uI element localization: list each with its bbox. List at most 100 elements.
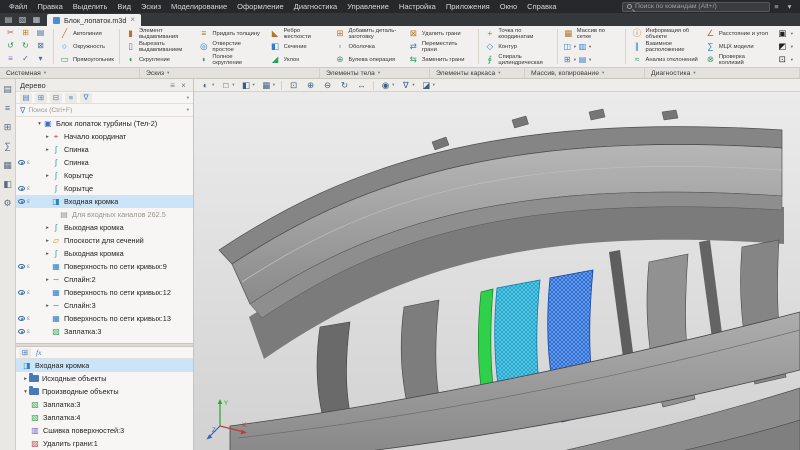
object-info-button[interactable]: ⓘИнформация об объекте xyxy=(628,27,701,40)
rib-button[interactable]: ◣Ребро жесткости xyxy=(267,27,332,40)
section-button[interactable]: ◧Сечение xyxy=(267,40,332,53)
hide-objects-button[interactable]: ◉▾ xyxy=(378,79,396,91)
expander-icon[interactable]: ▸ xyxy=(44,225,51,231)
redo-icon[interactable]: ↻ xyxy=(19,40,32,52)
menu-select[interactable]: Выделить xyxy=(68,0,113,13)
paste-icon[interactable]: ▤ xyxy=(34,27,47,39)
zoom-in-button[interactable]: ⊕ xyxy=(303,79,318,91)
panel-menu-icon[interactable]: ≡ xyxy=(167,81,178,90)
expander-icon[interactable]: ▸ xyxy=(44,251,51,257)
shell-button[interactable]: ▫Оболочка xyxy=(331,40,404,53)
full-round-button[interactable]: ◗Полное скругление xyxy=(195,53,266,66)
relations-icon[interactable]: ≡ xyxy=(65,93,77,103)
visibility-eye-icon[interactable] xyxy=(18,186,25,191)
expander-icon[interactable]: ▸ xyxy=(44,303,51,309)
clip-view-button[interactable]: ◪▾ xyxy=(419,79,437,91)
feature-row[interactable]: ▸Исходные объекты xyxy=(16,372,193,385)
cut-extrude-button[interactable]: ▯Вырезать выдавливанием xyxy=(122,40,195,53)
cut-icon[interactable]: ✂ xyxy=(4,27,17,39)
chevron-down-icon[interactable]: ▾ xyxy=(574,57,576,63)
tree-row[interactable]: ▸∫Выходная кромка xyxy=(16,221,193,234)
deviation-analysis-button[interactable]: ≈Анализ отклонений xyxy=(628,53,701,66)
tree-row[interactable]: ▸▱Плоскости для сечений xyxy=(16,234,193,247)
visibility-eye-icon[interactable] xyxy=(18,199,25,204)
expand-all-icon[interactable]: ⊞ xyxy=(35,93,47,103)
chevron-down-icon[interactable]: ▾ xyxy=(187,107,189,113)
undo-icon[interactable]: ↺ xyxy=(4,40,17,52)
panel-tab-sketch[interactable]: Эскиз▾ xyxy=(140,68,320,78)
system-more-icon[interactable]: ▾ xyxy=(34,53,47,65)
new-document-icon[interactable]: ▤ xyxy=(2,13,15,26)
visibility-eye-icon[interactable] xyxy=(18,290,25,295)
move-faces-button[interactable]: ⇄Переместить грани xyxy=(405,40,477,53)
expander-icon[interactable]: ▸ xyxy=(44,238,51,244)
visibility-eye-icon[interactable] xyxy=(18,160,25,165)
display-mode-button[interactable]: ◐▾ xyxy=(198,79,216,91)
tree-row[interactable]: ▤Для входных каналов 262.5 xyxy=(16,208,193,221)
menu-view[interactable]: Вид xyxy=(112,0,136,13)
properties-icon[interactable]: ≡ xyxy=(4,53,17,65)
tree-row-selected[interactable]: ε◨Входная кромка xyxy=(16,195,193,208)
rotate-button[interactable]: ↻ xyxy=(337,79,352,91)
filter-objects-button[interactable]: ∇▾ xyxy=(398,79,416,91)
feature-row[interactable]: ▨Удалить грани:1 xyxy=(16,437,193,450)
chevron-down-icon[interactable]: ▾ xyxy=(589,57,591,63)
menu-window[interactable]: Окно xyxy=(495,0,522,13)
relative-position-button[interactable]: ∥Взаимное расположение xyxy=(628,40,701,53)
tree-filter-icon[interactable]: ∇ xyxy=(80,93,92,103)
tree-row[interactable]: ▸∼Сплайн:3 xyxy=(16,299,193,312)
menu-file[interactable]: Файл xyxy=(4,0,32,13)
tree-row[interactable]: ε∫Спинка xyxy=(16,156,193,169)
menu-edit[interactable]: Правка xyxy=(32,0,67,13)
thicken-button[interactable]: ≡Придать толщину xyxy=(195,27,266,40)
feature-row-selected[interactable]: ◨Входная кромка xyxy=(16,359,193,372)
turbine-blade-block-model[interactable] xyxy=(194,92,800,450)
expander-icon[interactable]: ▾ xyxy=(36,121,43,127)
menu-settings[interactable]: Настройка xyxy=(394,0,441,13)
clipboard-panel-icon[interactable]: ▤ xyxy=(2,83,14,95)
chevron-down-icon[interactable]: ▾ xyxy=(589,44,591,50)
simple-hole-button[interactable]: ◎Отверстие простое xyxy=(195,40,266,53)
pan-button[interactable]: ↔ xyxy=(354,79,369,91)
visibility-eye-icon[interactable] xyxy=(18,316,25,321)
settings-panel-icon[interactable]: ⚙ xyxy=(2,197,14,209)
menu-manage[interactable]: Управление xyxy=(342,0,394,13)
close-panel-icon[interactable]: × xyxy=(178,81,189,90)
layers-panel-icon[interactable]: ▦ xyxy=(2,159,14,171)
cylindrical-spiral-button[interactable]: ∮Спираль цилиндрическая xyxy=(481,53,554,66)
contour-button[interactable]: ◇Контур xyxy=(481,40,554,53)
menu-applications[interactable]: Приложения xyxy=(441,0,495,13)
tree-row[interactable]: ε∫Корытце xyxy=(16,182,193,195)
feature-row[interactable]: ▧Заплатка:4 xyxy=(16,411,193,424)
mirror-array-icon[interactable]: ▥ xyxy=(577,41,588,52)
visibility-eye-icon[interactable] xyxy=(18,329,25,334)
check-icon[interactable]: ✓ xyxy=(19,53,32,65)
panel-tab-diagnostics[interactable]: Диагностика▾ xyxy=(645,68,800,78)
chevron-down-icon[interactable]: ▾ xyxy=(574,44,576,50)
visibility-eye-icon[interactable] xyxy=(18,264,25,269)
tree-row[interactable]: ε▦Поверхность по сети кривых:12 xyxy=(16,286,193,299)
appearance-button[interactable]: ▦▾ xyxy=(259,79,277,91)
tree-view-mode-icon[interactable]: ▤ xyxy=(20,93,32,103)
boolean-button[interactable]: ⊕Булева операция xyxy=(331,53,404,66)
menu-annotation[interactable]: Оформление xyxy=(232,0,289,13)
expander-icon[interactable]: ▸ xyxy=(22,376,29,382)
tree-search-input[interactable]: ∇ Поиск (Ctrl+F) ▾ xyxy=(16,104,193,117)
fx-tab[interactable]: fx xyxy=(33,348,44,357)
save-document-icon[interactable]: ▦ xyxy=(30,13,43,26)
tree-row[interactable]: ▸∼Сплайн:2 xyxy=(16,273,193,286)
section-panel-icon[interactable]: ◧ xyxy=(2,178,14,190)
feature-row[interactable]: ▾Производные объекты xyxy=(16,385,193,398)
feature-row[interactable]: ▧Заплатка:3 xyxy=(16,398,193,411)
rectangle-button[interactable]: ▭Прямоугольник xyxy=(56,53,117,66)
point-by-coords-button[interactable]: +Точка по координатам xyxy=(481,27,554,40)
add-part-stock-button[interactable]: ⊞Добавить деталь-заготовку xyxy=(331,27,404,40)
panel-tab-system[interactable]: Системная▾ xyxy=(0,68,140,78)
fillet-button[interactable]: ◖Скругление xyxy=(122,53,195,66)
panel-tab-body-elements[interactable]: Элементы тела▾ xyxy=(320,68,430,78)
collision-check-button[interactable]: ⊗Проверка коллизий xyxy=(702,53,774,66)
copy-icon[interactable]: ⊞ xyxy=(19,27,32,39)
wireframe-mode-button[interactable]: □▾ xyxy=(218,79,236,91)
menu-diagnostics[interactable]: Диагностика xyxy=(289,0,342,13)
command-search-input[interactable]: Поиск по командам (Alt+/) xyxy=(622,2,770,12)
